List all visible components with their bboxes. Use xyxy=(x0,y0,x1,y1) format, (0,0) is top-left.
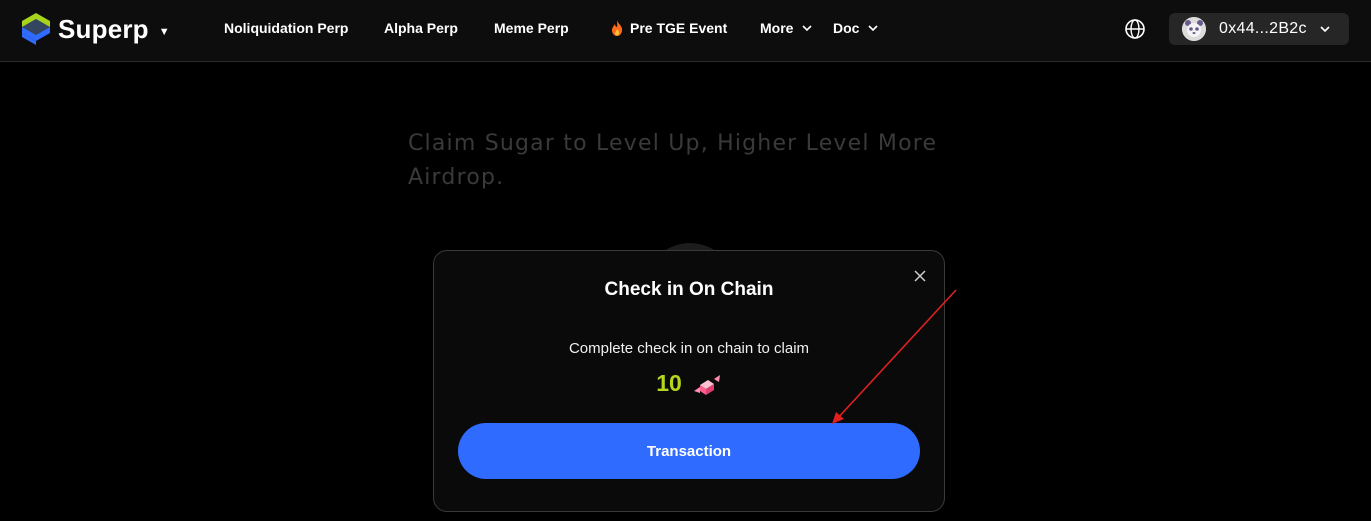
logo-text: Superp xyxy=(58,13,149,44)
fire-icon xyxy=(611,20,623,36)
superp-logo-icon xyxy=(22,13,50,45)
chevron-down-icon xyxy=(868,25,879,32)
nav-pre-tge-event[interactable]: Pre TGE Event xyxy=(610,20,727,36)
check-in-modal: Check in On Chain Complete check in on c… xyxy=(433,250,945,512)
nav-label: More xyxy=(760,20,794,36)
page-tagline: Claim Sugar to Level Up, Higher Level Mo… xyxy=(408,131,938,190)
nav-more-dropdown[interactable]: More xyxy=(760,20,813,36)
nav-alpha-perp[interactable]: Alpha Perp xyxy=(384,20,458,36)
wallet-button[interactable]: 0x44...2B2c xyxy=(1169,13,1349,45)
superp-logo[interactable]: Superp ▼ xyxy=(22,13,170,45)
globe-icon[interactable] xyxy=(1124,18,1146,40)
nav-label: Meme Perp xyxy=(494,20,569,36)
wallet-address: 0x44...2B2c xyxy=(1219,20,1307,37)
chevron-down-icon xyxy=(1320,26,1330,33)
nav-doc-dropdown[interactable]: Doc xyxy=(833,20,879,36)
nav-label: Alpha Perp xyxy=(384,20,458,36)
chevron-down-icon xyxy=(802,25,813,32)
transaction-button[interactable]: Transaction xyxy=(458,423,920,479)
modal-description: Complete check in on chain to claim xyxy=(568,340,810,357)
modal-title: Check in On Chain xyxy=(604,279,774,300)
nav-label: Noliquidation Perp xyxy=(224,20,349,36)
top-navbar: Superp ▼ Noliquidation Perp Alpha Perp M… xyxy=(0,0,1371,62)
nav-label: Pre TGE Event xyxy=(630,20,728,36)
panda-avatar xyxy=(1182,17,1206,41)
reward-row: 10 xyxy=(434,370,944,397)
nav-label: Doc xyxy=(833,20,860,36)
caret-down-icon[interactable]: ▼ xyxy=(159,26,170,38)
candy-icon xyxy=(693,374,720,395)
nav-noliquidation-perp[interactable]: Noliquidation Perp xyxy=(224,20,348,36)
reward-value: 10 xyxy=(656,370,682,396)
nav-meme-perp[interactable]: Meme Perp xyxy=(494,20,569,36)
